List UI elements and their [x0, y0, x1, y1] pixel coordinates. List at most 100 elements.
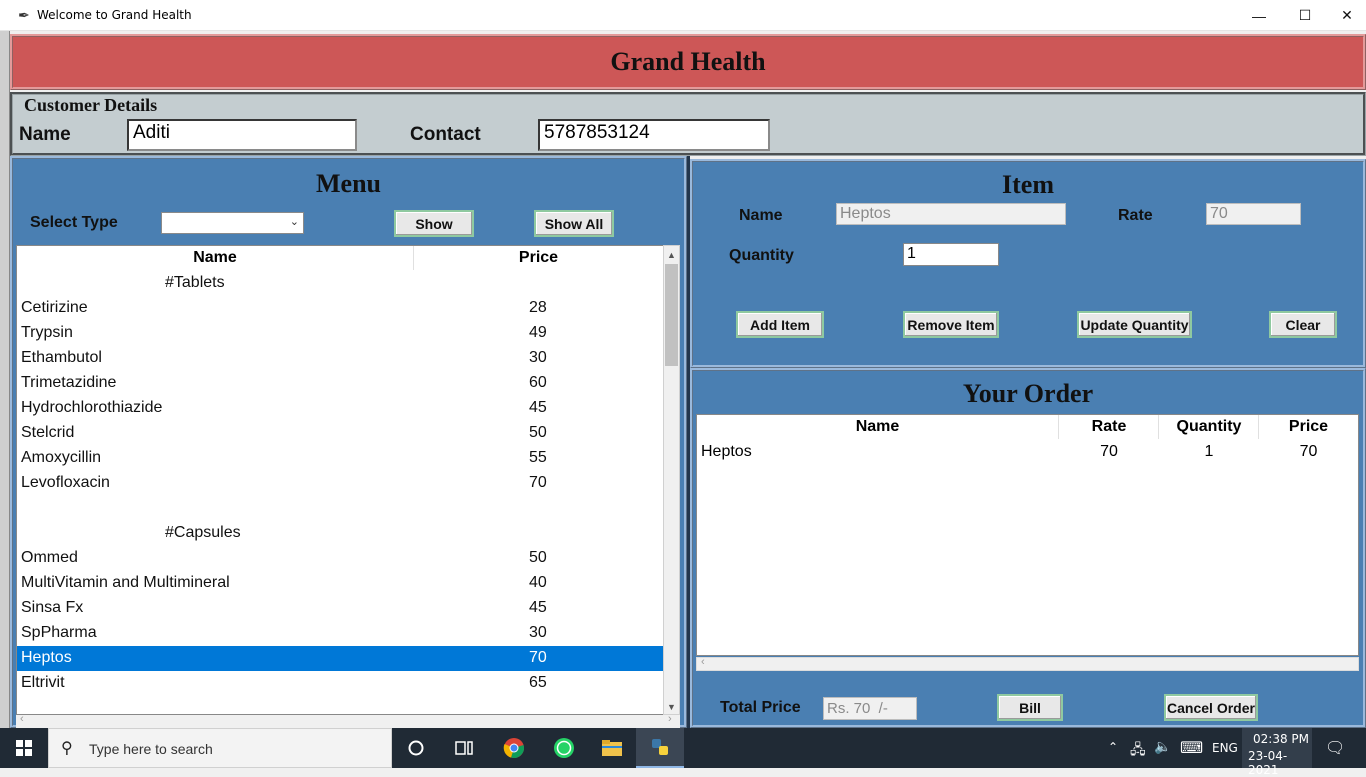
- windows-start-icon[interactable]: [0, 728, 48, 768]
- customer-contact-input[interactable]: 5787853124: [538, 119, 770, 151]
- select-type-dropdown[interactable]: ⌄: [161, 212, 304, 234]
- customer-details-legend: Customer Details: [22, 95, 160, 116]
- scrollbar-thumb[interactable]: [665, 264, 678, 366]
- add-item-button[interactable]: Add Item: [736, 311, 824, 338]
- order-item-quantity: 1: [1204, 443, 1214, 460]
- scroll-up-icon[interactable]: ▲: [664, 246, 679, 263]
- show-button[interactable]: Show: [394, 210, 474, 237]
- order-col-price[interactable]: Price: [1259, 418, 1358, 436]
- menu-list-item[interactable]: Ethambutol 30: [17, 346, 663, 371]
- menu-category-label: #Tablets: [165, 274, 225, 291]
- menu-item-name: MultiVitamin and Multimineral: [21, 574, 230, 591]
- order-horizontal-scrollbar[interactable]: ‹: [696, 656, 1359, 671]
- bill-button[interactable]: Bill: [997, 694, 1063, 721]
- order-col-name[interactable]: Name: [697, 418, 1058, 436]
- whatsapp-icon[interactable]: [540, 728, 588, 768]
- menu-list-item[interactable]: Eltrivit 65: [17, 671, 663, 696]
- chrome-icon[interactable]: [490, 728, 538, 768]
- customer-name-label: Name: [19, 124, 71, 145]
- menu-list-item[interactable]: Amoxycillin 55: [17, 446, 663, 471]
- keyboard-icon[interactable]: ⌨: [1180, 738, 1203, 757]
- close-button[interactable]: ✕: [1328, 0, 1366, 31]
- menu-list-item[interactable]: Ommed 50: [17, 546, 663, 571]
- menu-list-item[interactable]: Levofloxacin 70: [17, 471, 663, 496]
- window-title-bar: ✒ Welcome to Grand Health — ☐ ✕: [0, 0, 1366, 31]
- show-all-button[interactable]: Show All: [534, 210, 614, 237]
- minimize-button[interactable]: —: [1236, 0, 1282, 31]
- cortana-icon[interactable]: [392, 728, 440, 768]
- scroll-left-icon[interactable]: ‹: [20, 713, 24, 725]
- menu-item-price: 60: [529, 374, 547, 391]
- scroll-left-icon[interactable]: ‹: [701, 656, 705, 668]
- menu-item-price: 50: [529, 549, 547, 566]
- order-list-header: Name Rate Quantity Price: [697, 415, 1358, 439]
- menu-col-name[interactable]: Name: [17, 249, 413, 267]
- scroll-right-icon[interactable]: ›: [668, 713, 672, 725]
- menu-item-name: Trypsin: [21, 324, 73, 341]
- order-col-rate[interactable]: Rate: [1059, 418, 1159, 436]
- menu-item-price: 45: [529, 399, 547, 416]
- menu-list-item[interactable]: Hydrochlorothiazide 45: [17, 396, 663, 421]
- item-quantity-input[interactable]: 1: [903, 243, 999, 266]
- menu-vertical-scrollbar[interactable]: ▲ ▼: [663, 245, 680, 715]
- menu-list-item[interactable]: Trypsin 49: [17, 321, 663, 346]
- select-type-label: Select Type: [30, 214, 118, 231]
- task-view-icon[interactable]: [440, 728, 488, 768]
- menu-list-item[interactable]: Trimetazidine 60: [17, 371, 663, 396]
- clear-button[interactable]: Clear: [1269, 311, 1337, 338]
- menu-item-name: Ethambutol: [21, 349, 102, 366]
- clock[interactable]: 02:38 PM 23-04-2021: [1242, 728, 1312, 777]
- customer-details-panel: Customer Details Name Aditi Contact 5787…: [10, 92, 1366, 156]
- volume-icon[interactable]: 🔈: [1154, 739, 1171, 755]
- menu-item-price: 40: [529, 574, 547, 591]
- menu-list-item[interactable]: Heptos 70: [17, 646, 663, 671]
- cancel-order-button[interactable]: Cancel Order: [1164, 694, 1258, 721]
- menu-list-item[interactable]: Cetirizine 28: [17, 296, 663, 321]
- item-title: Item: [1002, 170, 1054, 199]
- taskbar-search-box[interactable]: ⚲ Type here to search: [48, 728, 392, 768]
- menu-list-header: Name Price: [17, 246, 663, 270]
- item-quantity-label: Quantity: [729, 247, 794, 264]
- menu-category-row[interactable]: #Capsules: [17, 521, 663, 546]
- app-title: Grand Health: [610, 47, 766, 76]
- remove-item-button[interactable]: Remove Item: [903, 311, 999, 338]
- customer-name-input[interactable]: Aditi: [127, 119, 357, 151]
- language-indicator[interactable]: ENG: [1212, 741, 1238, 755]
- notification-icon[interactable]: 🗨: [1325, 738, 1345, 757]
- menu-item-name: Amoxycillin: [21, 449, 102, 466]
- app-header: Grand Health: [10, 34, 1366, 90]
- menu-list[interactable]: Name Price #Tablets Cetirizine 28 Trypsin 49…: [16, 245, 664, 715]
- clock-time: 02:38 PM: [1253, 732, 1309, 746]
- menu-category-label: #Capsules: [165, 524, 241, 541]
- menu-item-price: 49: [529, 324, 547, 341]
- window-title: Welcome to Grand Health: [37, 8, 192, 22]
- order-list-item[interactable]: Heptos 70 1 70: [697, 440, 1358, 465]
- clock-date: 23-04-2021: [1248, 749, 1288, 777]
- taskbar-search-placeholder: Type here to search: [89, 741, 213, 757]
- menu-list-item[interactable]: [17, 496, 663, 521]
- menu-item-name: Ommed: [21, 549, 78, 566]
- menu-horizontal-scrollbar[interactable]: ‹ ›: [16, 713, 680, 728]
- update-quantity-button[interactable]: Update Quantity: [1077, 311, 1192, 338]
- file-explorer-icon[interactable]: [588, 728, 636, 768]
- menu-item-price: 70: [529, 649, 547, 666]
- menu-col-price[interactable]: Price: [414, 249, 663, 267]
- chevron-down-icon: ⌄: [289, 216, 299, 228]
- menu-list-item[interactable]: Stelcrid 50: [17, 421, 663, 446]
- menu-list-item[interactable]: Sinsa Fx 45: [17, 596, 663, 621]
- menu-category-row[interactable]: #Tablets: [17, 271, 663, 296]
- order-item-rate: 70: [1100, 443, 1118, 460]
- order-title: Your Order: [962, 379, 1094, 408]
- python-app-icon[interactable]: [636, 728, 684, 768]
- maximize-button[interactable]: ☐: [1282, 0, 1328, 31]
- order-col-quantity[interactable]: Quantity: [1159, 418, 1259, 436]
- tray-chevron-up-icon[interactable]: ⌃: [1108, 740, 1118, 754]
- menu-list-item[interactable]: SpPharma 30: [17, 621, 663, 646]
- menu-item-name: Eltrivit: [21, 674, 65, 691]
- order-list[interactable]: Name Rate Quantity Price Heptos 70 1 70: [696, 414, 1359, 656]
- menu-list-item[interactable]: MultiVitamin and Multimineral 40: [17, 571, 663, 596]
- menu-item-name: Cetirizine: [21, 299, 88, 316]
- menu-item-price: 28: [529, 299, 547, 316]
- network-icon[interactable]: 🖧: [1130, 739, 1146, 763]
- customer-contact-label: Contact: [410, 124, 481, 145]
